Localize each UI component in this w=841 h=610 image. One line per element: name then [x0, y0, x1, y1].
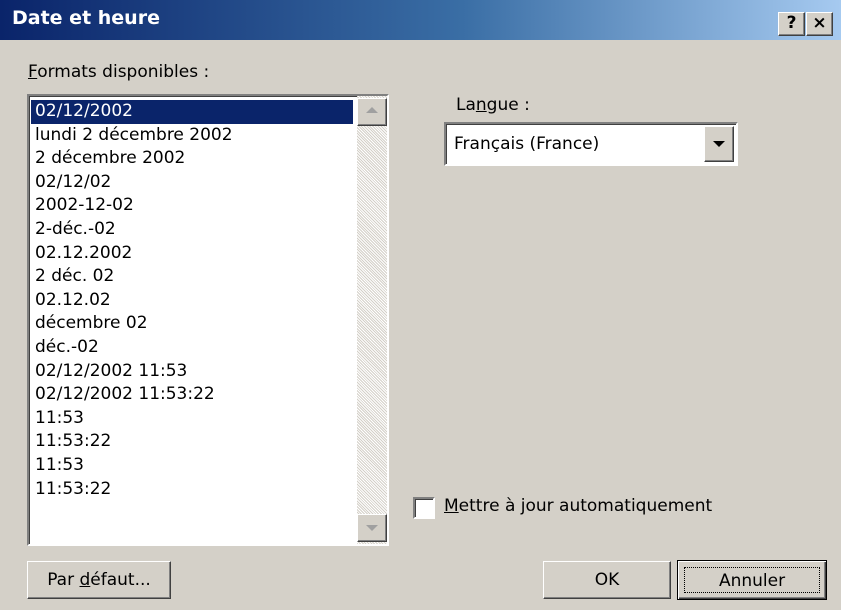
- list-item[interactable]: déc.-02: [31, 336, 353, 360]
- language-label: Langue :: [456, 95, 530, 115]
- scroll-down-arrow-icon: [366, 525, 378, 531]
- list-item[interactable]: 02.12.02: [31, 289, 353, 313]
- formats-listbox[interactable]: 02/12/2002 lundi 2 décembre 2002 2 décembr…: [27, 94, 389, 546]
- scroll-up-arrow-icon: [366, 107, 378, 113]
- formats-list[interactable]: 02/12/2002 lundi 2 décembre 2002 2 décembr…: [31, 100, 353, 501]
- list-item[interactable]: 2 déc. 02: [31, 265, 353, 289]
- close-button[interactable]: ×: [806, 12, 833, 36]
- dialog-title: Date et heure: [12, 7, 160, 29]
- language-dropdown-button[interactable]: [704, 126, 734, 162]
- list-item[interactable]: 02/12/02: [31, 171, 353, 195]
- default-button[interactable]: Par défaut...: [27, 561, 171, 599]
- auto-update-label[interactable]: Mettre à jour automatiquement: [444, 496, 712, 516]
- ok-button[interactable]: OK: [543, 561, 671, 599]
- list-item[interactable]: 02/12/2002 11:53:22: [31, 383, 353, 407]
- list-item[interactable]: 02/12/2002 11:53: [31, 360, 353, 384]
- formats-label: Formats disponibles :: [28, 62, 210, 82]
- list-item[interactable]: 02.12.2002: [31, 242, 353, 266]
- cancel-label: Annuler: [684, 567, 820, 593]
- list-item[interactable]: 11:53: [31, 454, 353, 478]
- language-value: Français (France): [454, 134, 600, 154]
- list-item[interactable]: décembre 02: [31, 312, 353, 336]
- cancel-button[interactable]: Annuler: [677, 560, 827, 600]
- help-button[interactable]: ?: [778, 12, 805, 36]
- list-item[interactable]: 11:53:22: [31, 430, 353, 454]
- list-item[interactable]: 2-déc.-02: [31, 218, 353, 242]
- list-item[interactable]: 2002-12-02: [31, 194, 353, 218]
- auto-update-checkbox[interactable]: [413, 497, 435, 519]
- list-item[interactable]: 02/12/2002: [31, 100, 353, 124]
- chevron-down-icon: [713, 141, 725, 147]
- list-item[interactable]: lundi 2 décembre 2002: [31, 124, 353, 148]
- list-item[interactable]: 11:53: [31, 407, 353, 431]
- title-bar[interactable]: Date et heure ? ×: [0, 0, 841, 40]
- scroll-down-button[interactable]: [357, 514, 387, 542]
- list-item[interactable]: 2 décembre 2002: [31, 147, 353, 171]
- language-dropdown[interactable]: Français (France): [444, 122, 738, 166]
- formats-scrollbar[interactable]: [357, 96, 387, 544]
- list-item[interactable]: 11:53:22: [31, 478, 353, 502]
- scroll-up-button[interactable]: [357, 98, 387, 126]
